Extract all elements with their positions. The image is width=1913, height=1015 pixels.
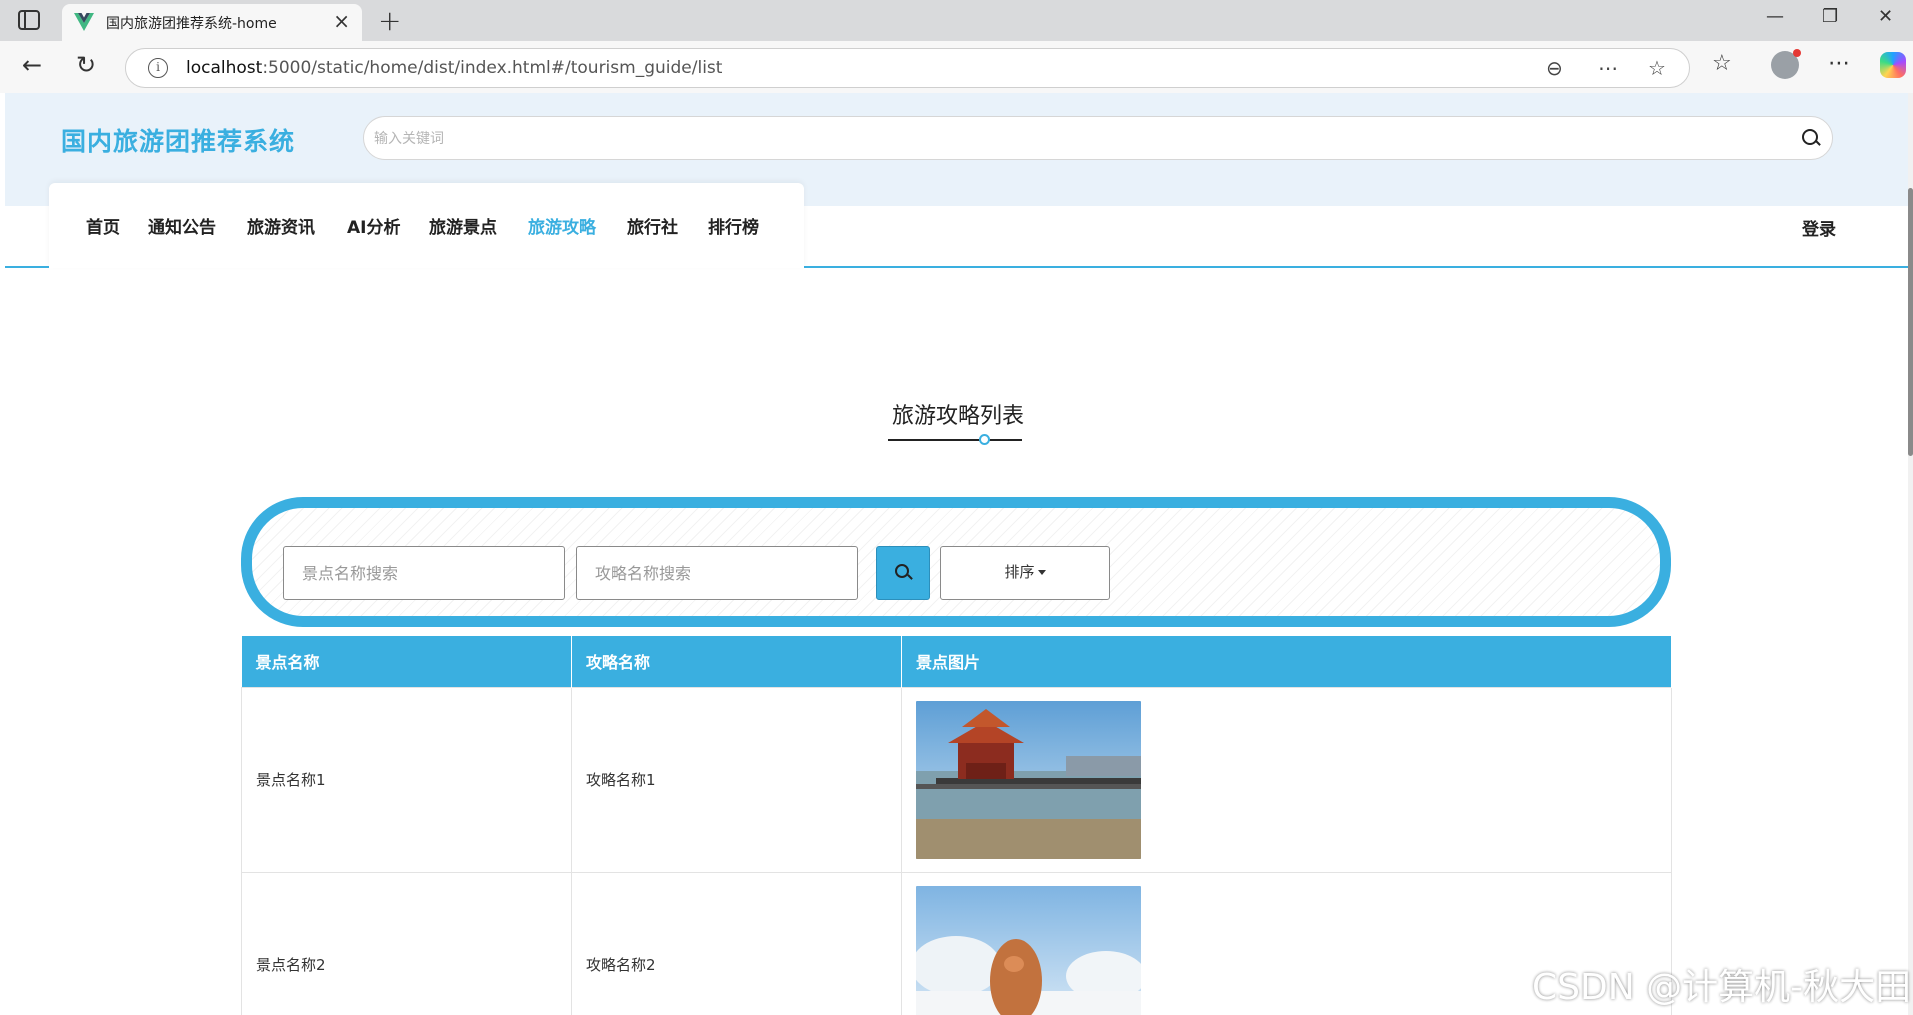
site-title: 国内旅游团推荐系统 [61, 127, 296, 156]
sort-dropdown-button[interactable]: 排序 [940, 546, 1110, 600]
column-header-guide: 攻略名称 [571, 636, 902, 687]
tab-actions-icon[interactable] [18, 10, 40, 30]
spot-name-search-input[interactable] [302, 561, 552, 585]
cell-image [901, 686, 1672, 873]
close-window-icon[interactable]: ✕ [1878, 6, 1893, 27]
close-tab-icon[interactable]: × [333, 9, 350, 33]
zoom-out-icon[interactable]: ⊖ [1546, 56, 1563, 80]
browser-tab-strip: 国内旅游团推荐系统-home × + — ❐ ✕ [0, 0, 1913, 41]
new-tab-icon[interactable]: + [378, 4, 401, 37]
page-scrollbar[interactable] [1908, 93, 1913, 1015]
favorite-star-icon[interactable]: ☆ [1648, 56, 1666, 80]
guide-name-filter [576, 546, 858, 600]
favorites-icon[interactable]: ☆ [1712, 51, 1732, 76]
nav-item-news[interactable]: 旅游资讯 [247, 213, 315, 238]
spot-name-filter [283, 546, 565, 600]
cell-spot-name: 景点名称2 [241, 871, 572, 1015]
table-row[interactable]: 景点名称1 攻略名称1 [241, 686, 1672, 873]
title-underline [888, 439, 1022, 441]
reading-mode-icon[interactable]: ⋯ [1598, 56, 1618, 80]
pier-pavilion-photo[interactable] [916, 700, 1141, 859]
restore-icon[interactable]: ❐ [1822, 6, 1838, 27]
site-info-icon[interactable]: i [148, 58, 168, 78]
filter-panel: 排序 [241, 497, 1671, 627]
sort-label: 排序 [1004, 563, 1035, 581]
page-title: 旅游攻略列表 [891, 404, 1024, 429]
copilot-icon[interactable] [1880, 52, 1906, 78]
nav-item-attractions[interactable]: 旅游景点 [429, 213, 497, 238]
table-header-row: 景点名称 攻略名称 景点图片 [241, 636, 1672, 687]
search-icon[interactable] [1802, 129, 1818, 145]
column-header-image: 景点图片 [901, 636, 1672, 687]
search-button[interactable] [876, 546, 930, 600]
minimize-icon[interactable]: — [1766, 6, 1784, 27]
address-bar: ← ↻ i localhost:5000/static/home/dist/in… [0, 41, 1913, 93]
url-text: localhost:5000/static/home/dist/index.ht… [186, 58, 723, 78]
csdn-watermark: CSDN @计算机-秋大田 [1532, 967, 1912, 1008]
login-link[interactable]: 登录 [1802, 215, 1836, 240]
profile-avatar-icon[interactable] [1771, 49, 1801, 79]
url-field[interactable]: i localhost:5000/static/home/dist/index.… [125, 48, 1690, 88]
title-dot [979, 434, 990, 445]
nav-item-rankings[interactable]: 排行榜 [708, 213, 759, 238]
tab-title: 国内旅游团推荐系统-home [106, 16, 277, 32]
cell-guide-name: 攻略名称1 [571, 686, 902, 873]
more-menu-icon[interactable]: ⋯ [1828, 51, 1850, 76]
global-search-input[interactable] [374, 127, 1774, 151]
cell-guide-name: 攻略名称2 [571, 871, 902, 1015]
nav-item-ai-analysis[interactable]: AI分析 [347, 213, 400, 238]
reload-icon[interactable]: ↻ [76, 51, 96, 79]
global-search [363, 116, 1833, 160]
nav-item-agencies[interactable]: 旅行社 [627, 213, 678, 238]
back-arrow-icon[interactable]: ← [22, 51, 42, 79]
nav-item-guides[interactable]: 旅游攻略 [528, 213, 596, 238]
cell-spot-name: 景点名称1 [241, 686, 572, 873]
scrollbar-thumb[interactable] [1908, 188, 1913, 456]
snowy-rock-photo[interactable] [916, 885, 1141, 1015]
guide-table: 景点名称 攻略名称 景点图片 景点名称1 攻略名称1 景点名称2 攻略名称2 [241, 636, 1672, 1015]
caret-down-icon [1037, 570, 1046, 575]
search-icon [895, 564, 909, 578]
guide-name-search-input[interactable] [595, 561, 845, 585]
table-row[interactable]: 景点名称2 攻略名称2 [241, 871, 1672, 1015]
nav-item-notices[interactable]: 通知公告 [148, 213, 216, 238]
nav-item-home[interactable]: 首页 [86, 213, 120, 238]
page-viewport: 国内旅游团推荐系统 首页 通知公告 旅游资讯 AI分析 旅游景点 旅游攻略 旅行… [5, 93, 1908, 1015]
column-header-spot: 景点名称 [241, 636, 572, 687]
browser-tab[interactable]: 国内旅游团推荐系统-home × [62, 4, 362, 41]
vue-logo-icon [74, 13, 94, 31]
